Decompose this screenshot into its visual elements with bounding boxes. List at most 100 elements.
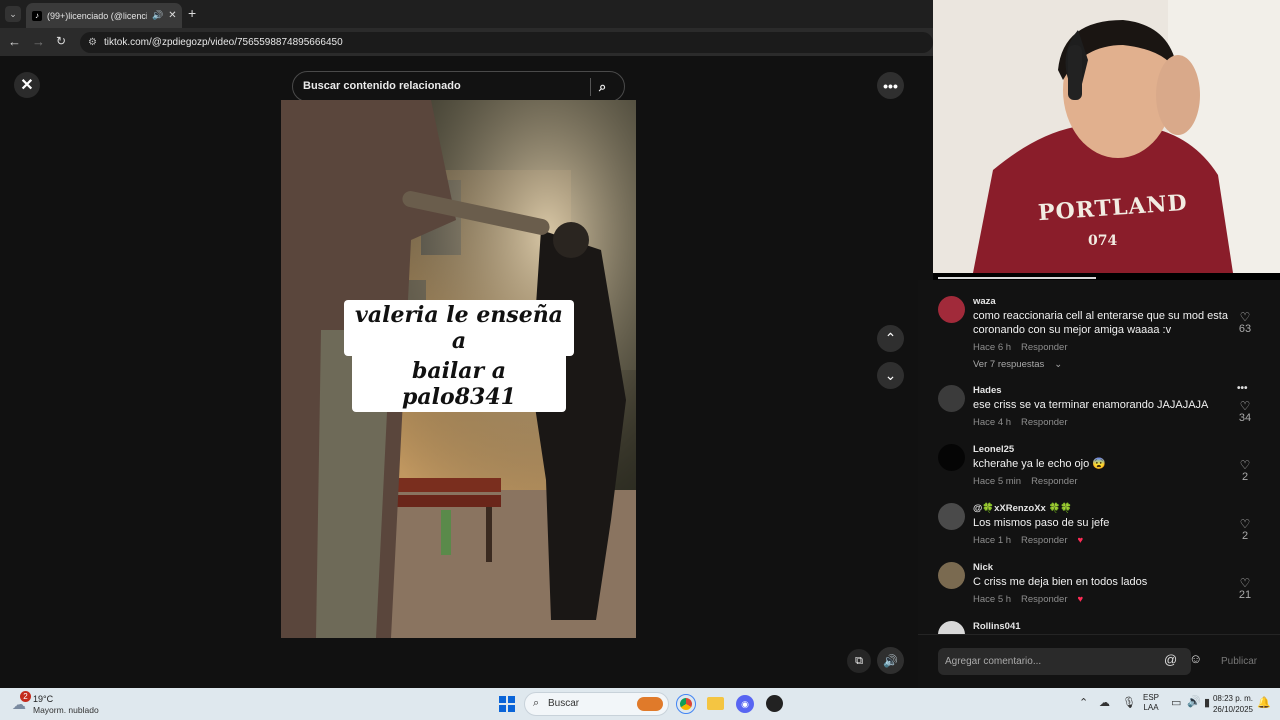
comment-username[interactable]: Nick bbox=[973, 562, 993, 573]
related-search-input[interactable]: Buscar contenido relacionado ⌕ bbox=[292, 71, 625, 102]
video-player[interactable]: valeria le enseña a bailar a palo8341 bbox=[281, 100, 636, 638]
comment-more-icon[interactable]: ••• bbox=[1237, 383, 1248, 394]
weather-widget[interactable]: ☁ 2 19°C Mayorm. nublado bbox=[10, 691, 120, 717]
like-button[interactable]: ♡ 2 bbox=[1236, 518, 1254, 542]
like-count: 34 bbox=[1238, 412, 1252, 424]
discord-icon[interactable]: ◉ bbox=[736, 695, 754, 713]
speaker-icon[interactable]: 🔊 bbox=[1187, 695, 1201, 708]
heart-icon: ♡ bbox=[1239, 458, 1251, 472]
comment-item: waza como reaccionaria cell al enterarse… bbox=[918, 296, 1280, 386]
avatar[interactable] bbox=[938, 296, 965, 323]
comment-username[interactable]: Rollins041 bbox=[973, 621, 1021, 632]
comment-text: ese criss se va terminar enamorando JAJA… bbox=[973, 399, 1209, 411]
chrome-icon[interactable] bbox=[676, 694, 696, 714]
heart-icon: ♡ bbox=[1239, 576, 1251, 590]
comment-text: como reaccionaria cell al enterarse que … bbox=[973, 310, 1228, 336]
next-video-button[interactable]: ⌄ bbox=[877, 362, 904, 389]
avatar[interactable] bbox=[938, 562, 965, 589]
language-indicator[interactable]: ESP LAA bbox=[1143, 693, 1159, 713]
comment-input[interactable]: Agregar comentario... bbox=[938, 648, 1191, 675]
comment-item: @🍀xXRenzoXx 🍀🍀 Los mismos paso de su jef… bbox=[918, 503, 1280, 558]
notification-icon[interactable]: 🔔 bbox=[1257, 696, 1271, 709]
avatar[interactable] bbox=[938, 503, 965, 530]
browser-tab-bar: ⌄ ♪ (99+)licenciado (@licenciad 🔊 ✕ + bbox=[0, 0, 933, 28]
heart-icon: ♡ bbox=[1239, 399, 1251, 413]
tab-list-button[interactable]: ⌄ bbox=[5, 6, 21, 22]
search-divider bbox=[590, 78, 591, 96]
like-count: 21 bbox=[1238, 589, 1252, 601]
comment-time: Hace 5 h bbox=[973, 594, 1012, 605]
display-icon[interactable]: ▭ bbox=[1171, 696, 1181, 709]
clock-time: 08:23 p. m. bbox=[1212, 694, 1253, 703]
taskbar-search-label: Buscar bbox=[548, 698, 580, 709]
mention-icon[interactable]: @ bbox=[1164, 653, 1177, 666]
tab-audio-icon[interactable]: 🔊 bbox=[152, 10, 163, 21]
reload-icon[interactable]: ↻ bbox=[56, 34, 66, 48]
new-tab-button[interactable]: + bbox=[188, 6, 196, 20]
comment-username[interactable]: Hades bbox=[973, 385, 1002, 396]
comment-meta: Hace 4 h Responder bbox=[973, 417, 1078, 428]
forward-icon[interactable]: → bbox=[32, 34, 45, 49]
comment-item: Leonel25 kcherahe ya le echo ojo 😨 Hace … bbox=[918, 444, 1280, 499]
comments-scroll-indicator[interactable] bbox=[938, 277, 1096, 279]
volume-icon[interactable]: 🔊 bbox=[877, 647, 904, 674]
network-status-icon[interactable]: ☁ bbox=[1099, 696, 1110, 709]
microphone-icon[interactable]: 🎙 bbox=[1122, 696, 1136, 709]
avatar[interactable] bbox=[938, 385, 965, 412]
comment-item: Nick C criss me deja bien en todos lados… bbox=[918, 562, 1280, 617]
comment-placeholder: Agregar comentario... bbox=[945, 656, 1042, 667]
previous-video-button[interactable]: ⌃ bbox=[877, 325, 904, 352]
file-explorer-icon[interactable] bbox=[707, 697, 724, 710]
reply-button[interactable]: Responder bbox=[1031, 476, 1077, 487]
reply-button[interactable]: Responder bbox=[1021, 417, 1067, 428]
keyboard-layout: LAA bbox=[1143, 703, 1159, 712]
tab-close-icon[interactable]: ✕ bbox=[168, 10, 176, 21]
comment-text: Los mismos paso de su jefe bbox=[973, 517, 1110, 529]
language-code: ESP bbox=[1143, 693, 1160, 702]
taskbar-search[interactable]: ⌕ Buscar bbox=[524, 692, 669, 716]
reply-button[interactable]: Responder bbox=[1021, 594, 1067, 605]
avatar[interactable] bbox=[938, 621, 965, 634]
like-button[interactable]: ♡ 34 bbox=[1236, 400, 1254, 424]
site-info-icon[interactable]: ⚙ bbox=[88, 32, 97, 53]
url-text: tiktok.com/@zpdiegozp/video/756559887489… bbox=[104, 37, 343, 48]
like-count: 2 bbox=[1241, 530, 1249, 542]
comment-meta: Hace 1 h Responder ♥ bbox=[973, 535, 1093, 546]
like-count: 2 bbox=[1241, 471, 1249, 483]
sweater-number: 074 bbox=[1088, 233, 1118, 249]
clock-date: 26/10/2025 bbox=[1212, 705, 1253, 714]
close-icon[interactable]: ✕ bbox=[14, 72, 40, 98]
weather-desc: Mayorm. nublado bbox=[33, 705, 99, 715]
url-field[interactable]: ⚙ tiktok.com/@zpdiegozp/video/7565598874… bbox=[80, 32, 933, 53]
clock[interactable]: 08:23 p. m. 26/10/2025 bbox=[1207, 693, 1253, 715]
app-icon[interactable] bbox=[766, 695, 783, 712]
comment-username[interactable]: waza bbox=[973, 296, 996, 307]
comment-time: Hace 5 min bbox=[973, 476, 1022, 487]
comment-username[interactable]: @🍀xXRenzoXx 🍀🍀 bbox=[973, 503, 1072, 514]
search-icon[interactable]: ⌕ bbox=[599, 72, 606, 101]
browser-tab[interactable]: ♪ (99+)licenciado (@licenciad 🔊 ✕ bbox=[26, 3, 182, 28]
floating-player-button[interactable]: ⧉ bbox=[847, 649, 871, 673]
view-replies-button[interactable]: Ver 7 respuestas ⌄ bbox=[973, 359, 1062, 370]
emoji-icon[interactable]: ☺ bbox=[1189, 652, 1202, 665]
start-icon[interactable] bbox=[499, 696, 515, 712]
like-button[interactable]: ♡ 21 bbox=[1236, 577, 1254, 601]
comment-username[interactable]: Leonel25 bbox=[973, 444, 1014, 455]
more-options-icon[interactable]: ••• bbox=[877, 72, 904, 99]
weather-temp: 19°C bbox=[33, 694, 54, 704]
comment-time: Hace 4 h bbox=[973, 417, 1012, 428]
comment-input-bar: Agregar comentario... @ ☺ Publicar bbox=[918, 634, 1280, 688]
comment-text: C criss me deja bien en todos lados bbox=[973, 576, 1148, 588]
comments-list[interactable]: waza como reaccionaria cell al enterarse… bbox=[918, 280, 1280, 634]
comment-text: kcherahe ya le echo ojo 😨 bbox=[973, 458, 1106, 470]
show-hidden-icons[interactable]: ⌃ bbox=[1079, 696, 1088, 709]
comment-meta: Hace 5 h Responder ♥ bbox=[973, 594, 1093, 605]
back-icon[interactable]: ← bbox=[8, 34, 21, 49]
tiktok-favicon-icon: ♪ bbox=[32, 10, 42, 21]
like-button[interactable]: ♡ 2 bbox=[1236, 459, 1254, 483]
publish-button[interactable]: Publicar bbox=[1221, 656, 1257, 667]
reply-button[interactable]: Responder bbox=[1021, 535, 1067, 546]
reply-button[interactable]: Responder bbox=[1021, 342, 1067, 353]
avatar[interactable] bbox=[938, 444, 965, 471]
like-button[interactable]: ♡ 63 bbox=[1236, 311, 1254, 335]
